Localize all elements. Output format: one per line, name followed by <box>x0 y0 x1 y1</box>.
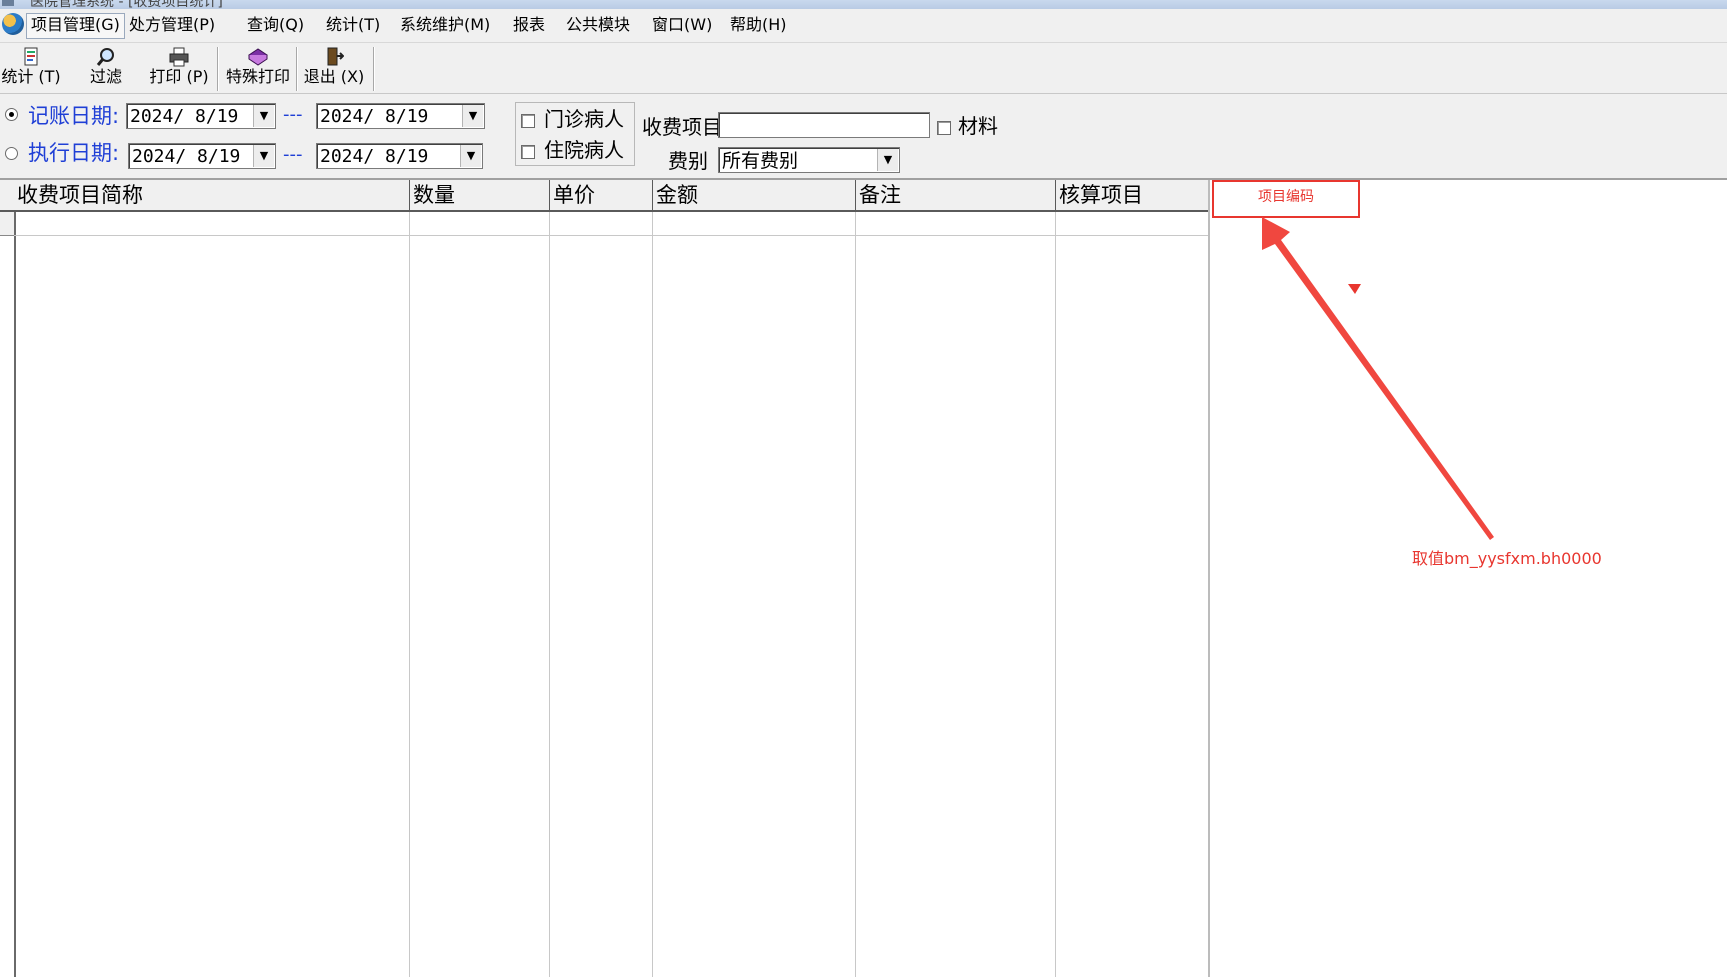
annotation-note: 取值bm_yysfxm.bh0000 <box>1412 549 1602 568</box>
annotation-arrow-icon <box>1262 217 1494 540</box>
